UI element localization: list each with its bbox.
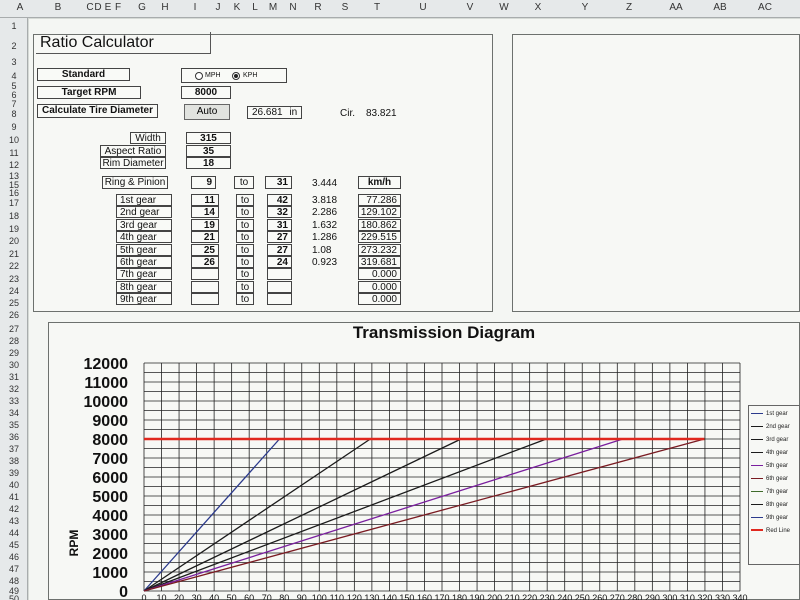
x-tick-label: 300 <box>662 593 677 600</box>
x-tick-label: 90 <box>297 593 307 600</box>
legend-item: 7th gear <box>751 489 788 495</box>
y-tick-label: 5000 <box>92 489 128 506</box>
y-tick-label: 12000 <box>84 356 129 373</box>
legend-label: 8th gear <box>766 502 789 508</box>
chart-title: Transmission Diagram <box>353 323 535 342</box>
x-tick-label: 140 <box>382 593 397 600</box>
legend-swatch <box>751 516 763 518</box>
transmission-chart: Transmission Diagram RPM 010002000300040… <box>67 323 748 600</box>
y-tick-label: 10000 <box>84 394 129 411</box>
chart-legend: 1st gear 2nd gear 3rd gear 4th gear 5th gear… <box>748 405 800 565</box>
chart-y-axis-label: RPM <box>67 530 81 557</box>
x-tick-label: 150 <box>399 593 414 600</box>
x-tick-label: 240 <box>557 593 572 600</box>
chart-x-ticks: 0 10 20 30 40 50 60 70 80 90 100 110 120 130 140 150 160… <box>141 593 747 600</box>
x-tick-label: 120 <box>347 593 362 600</box>
x-tick-label: 60 <box>244 593 254 600</box>
legend-item: 5th gear <box>751 463 788 469</box>
x-tick-label: 270 <box>610 593 625 600</box>
x-tick-label: 130 <box>364 593 379 600</box>
y-tick-label: 11000 <box>84 375 128 392</box>
y-tick-label: 7000 <box>92 451 128 468</box>
x-tick-label: 160 <box>417 593 432 600</box>
x-tick-label: 210 <box>505 593 520 600</box>
legend-swatch <box>751 477 763 479</box>
x-tick-label: 310 <box>680 593 695 600</box>
x-tick-label: 30 <box>192 593 202 600</box>
legend-swatch <box>751 503 763 505</box>
legend-swatch <box>751 438 763 440</box>
legend-label: 1st gear <box>766 411 788 417</box>
x-tick-label: 280 <box>627 593 642 600</box>
x-tick-label: 0 <box>141 593 146 600</box>
legend-swatch <box>751 490 763 492</box>
x-tick-label: 40 <box>209 593 219 600</box>
x-tick-label: 320 <box>697 593 712 600</box>
x-tick-label: 250 <box>575 593 590 600</box>
legend-label: 6th gear <box>766 476 789 482</box>
legend-label: Red Line <box>766 528 791 534</box>
x-tick-label: 170 <box>434 593 449 600</box>
x-tick-label: 110 <box>330 593 344 600</box>
y-tick-label: 4000 <box>92 508 128 525</box>
y-tick-label: 0 <box>119 584 128 600</box>
legend-item: 8th gear <box>751 502 788 508</box>
legend-item: 1st gear <box>751 411 788 417</box>
y-tick-label: 2000 <box>92 546 128 563</box>
legend-label: 4th gear <box>766 450 789 456</box>
legend-swatch <box>751 529 763 532</box>
x-tick-label: 290 <box>645 593 660 600</box>
x-tick-label: 180 <box>452 593 467 600</box>
x-tick-label: 80 <box>279 593 289 600</box>
legend-swatch <box>751 451 763 453</box>
x-tick-label: 200 <box>487 593 502 600</box>
legend-label: 5th gear <box>766 463 789 469</box>
x-tick-label: 50 <box>227 593 237 600</box>
x-tick-label: 260 <box>592 593 607 600</box>
legend-item: 4th gear <box>751 450 788 456</box>
legend-swatch <box>751 412 763 414</box>
x-tick-label: 230 <box>540 593 555 600</box>
x-tick-label: 190 <box>470 593 485 600</box>
x-tick-label: 20 <box>174 593 184 600</box>
y-tick-label: 3000 <box>92 527 128 544</box>
x-tick-label: 220 <box>522 593 537 600</box>
y-tick-label: 6000 <box>92 470 128 487</box>
legend-item: 3rd gear <box>751 437 788 443</box>
legend-swatch <box>751 425 763 427</box>
legend-swatch <box>751 464 763 466</box>
legend-label: 3rd gear <box>766 437 789 443</box>
y-tick-label: 8000 <box>92 432 128 449</box>
legend-item: 9th gear <box>751 515 788 521</box>
y-tick-label: 9000 <box>92 413 128 430</box>
legend-item: Red Line <box>751 528 790 534</box>
legend-label: 7th gear <box>766 489 789 495</box>
x-tick-label: 330 <box>715 593 730 600</box>
y-tick-label: 1000 <box>92 565 128 582</box>
legend-label: 2nd gear <box>766 424 790 430</box>
legend-item: 2nd gear <box>751 424 790 430</box>
legend-label: 9th gear <box>766 515 789 521</box>
chart-y-ticks: 0 1000 2000 3000 4000 5000 6000 7000 8000 9000 100… <box>84 356 129 600</box>
x-tick-label: 10 <box>157 593 167 600</box>
x-tick-label: 70 <box>262 593 272 600</box>
x-tick-label: 340 <box>732 593 747 600</box>
x-tick-label: 100 <box>312 593 327 600</box>
legend-item: 6th gear <box>751 476 788 482</box>
